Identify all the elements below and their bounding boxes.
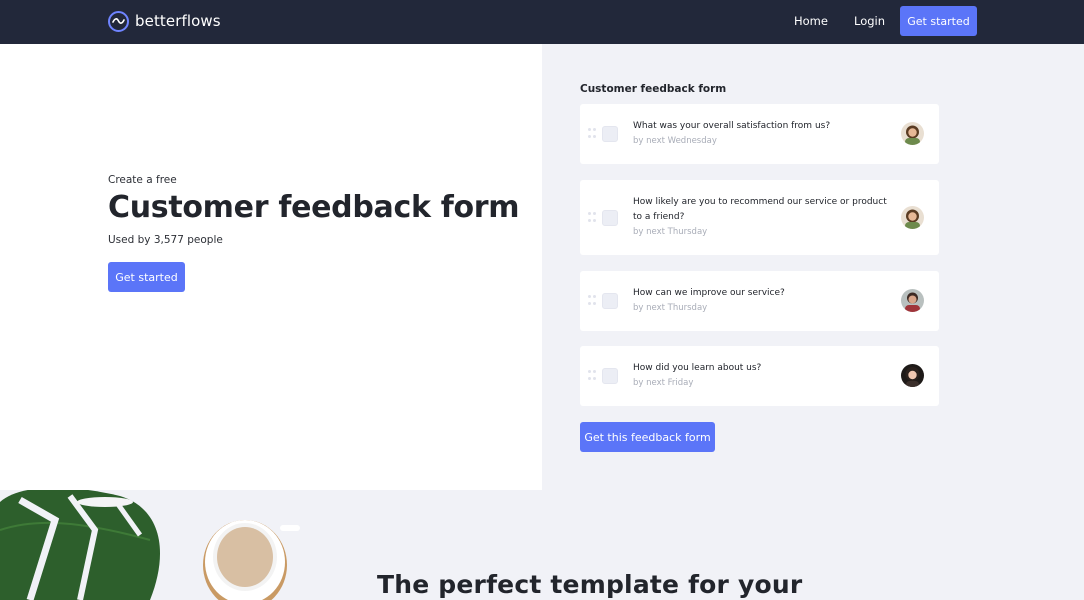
question-checkbox[interactable] (602, 126, 618, 142)
brand-name: betterflows (135, 12, 221, 30)
form-question-card[interactable]: What was your overall satisfaction from … (580, 104, 939, 164)
brand-logo-link[interactable]: betterflows (108, 10, 221, 32)
question-checkbox[interactable] (602, 293, 618, 309)
form-question-card[interactable]: How can we improve our service? by next … (580, 271, 939, 331)
section-heading: The perfect template for your (377, 570, 803, 599)
form-question-card[interactable]: How likely are you to recommend our serv… (580, 180, 939, 255)
question-checkbox[interactable] (602, 210, 618, 226)
question-text: How likely are you to recommend our serv… (633, 197, 887, 222)
page-title: Customer feedback form (108, 190, 520, 225)
avatar-icon (901, 289, 924, 312)
form-preview-title: Customer feedback form (580, 83, 727, 95)
avatar-icon (901, 206, 924, 229)
drag-handle-icon[interactable] (588, 295, 596, 307)
question-due-date: by next Wednesday (633, 136, 717, 146)
question-due-date: by next Thursday (633, 303, 708, 313)
drag-handle-icon[interactable] (588, 370, 596, 382)
avatar-icon (901, 364, 924, 387)
form-preview-panel: Customer feedback form What was your ove… (542, 44, 1084, 490)
hero-section: Create a free Customer feedback form Use… (0, 44, 542, 490)
drag-handle-icon[interactable] (588, 212, 596, 224)
top-navigation: betterflows Home Login Get started (0, 0, 1084, 44)
wave-logo-icon (108, 10, 129, 32)
avatar-icon (901, 122, 924, 145)
form-question-card[interactable]: How did you learn about us? by next Frid… (580, 346, 939, 406)
nav-link-home[interactable]: Home (794, 14, 828, 28)
coffee-cup-image (203, 520, 300, 600)
question-due-date: by next Friday (633, 378, 694, 388)
nav-link-login[interactable]: Login (854, 14, 885, 28)
question-text: How can we improve our service? (633, 288, 785, 298)
template-intro-section: The perfect template for your (0, 490, 1084, 600)
question-due-date: by next Thursday (633, 227, 708, 237)
usage-count-text: Used by 3,577 people (108, 234, 223, 246)
hero-get-started-button[interactable]: Get started (108, 262, 185, 292)
hero-eyebrow: Create a free (108, 174, 177, 186)
question-text: How did you learn about us? (633, 363, 762, 373)
plant-leaf-image (0, 490, 160, 600)
question-text: What was your overall satisfaction from … (633, 121, 831, 131)
get-feedback-form-button[interactable]: Get this feedback form (580, 422, 715, 452)
question-checkbox[interactable] (602, 368, 618, 384)
drag-handle-icon[interactable] (588, 128, 596, 140)
nav-get-started-button[interactable]: Get started (900, 6, 977, 36)
